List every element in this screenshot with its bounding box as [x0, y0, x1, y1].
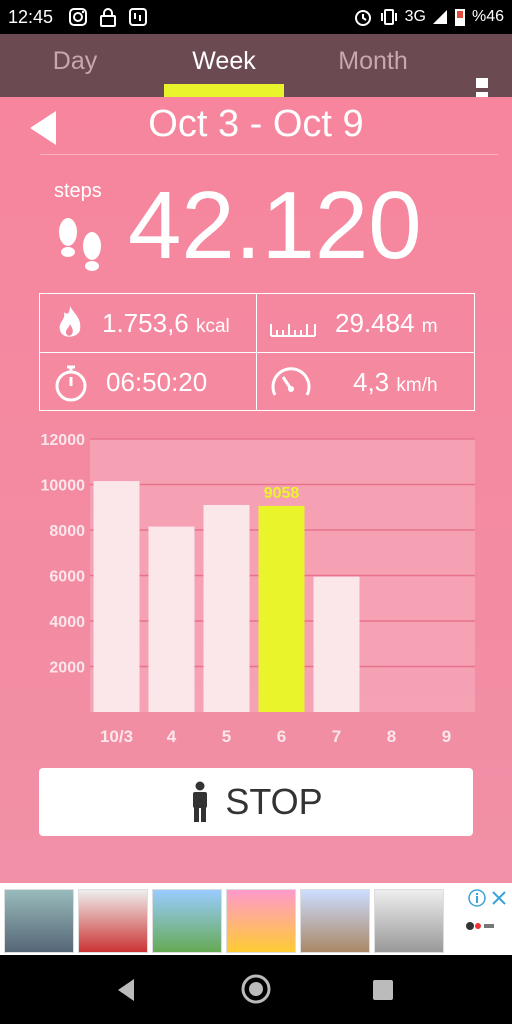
battery-percent: %46	[471, 8, 504, 25]
speed-stat: 4,3 km/h	[257, 353, 473, 411]
chart-y-tick-label: 12000	[41, 432, 86, 449]
stop-button[interactable]: STOP	[39, 768, 473, 836]
distance-value-group: 29.484 m	[335, 308, 438, 339]
chart-bar	[93, 481, 140, 712]
signal-icon	[432, 10, 447, 24]
chart-x-tick-label: 6	[277, 727, 286, 746]
speedometer-icon	[271, 367, 311, 396]
calories-value: 1.753,6	[102, 308, 189, 338]
android-nav-bar	[0, 955, 512, 1024]
speed-unit: km/h	[396, 375, 438, 396]
app-notification-icon	[129, 8, 147, 26]
distance-value: 29.484	[335, 308, 415, 338]
chart-y-tick-label: 10000	[41, 478, 86, 495]
chart-x-tick-label: 4	[167, 727, 177, 746]
chart-y-tick-label: 6000	[49, 569, 85, 586]
person-icon	[193, 781, 208, 822]
chart-x-tick-label: 8	[387, 727, 396, 746]
chart-y-tick-label: 4000	[49, 614, 85, 631]
calories-unit: kcal	[195, 316, 230, 337]
date-range-title: Oct 3 - Oct 9	[148, 103, 364, 145]
tab-month[interactable]: Month	[298, 34, 448, 97]
calories-value-group: 1.753,6 kcal	[102, 308, 230, 339]
stats-grid: 1.753,6 kcal 29.484 m 06:50:20 4,3 km/h	[39, 293, 475, 411]
chart-x-tick-label: 7	[332, 727, 341, 746]
stop-button-label: STOP	[225, 781, 323, 822]
header-divider	[40, 154, 498, 155]
ad-image-tool[interactable]	[78, 889, 148, 953]
instagram-icon	[69, 8, 87, 26]
battery-icon	[454, 9, 465, 26]
back-nav-icon[interactable]	[114, 977, 138, 1003]
vibrate-icon	[380, 9, 397, 25]
ad-image-candy[interactable]	[226, 889, 296, 953]
chart-x-tick-label: 9	[442, 727, 451, 746]
status-bar: 12:45 3G %46	[0, 0, 512, 34]
ad-info-icon[interactable]	[468, 889, 486, 907]
home-nav-icon[interactable]	[240, 973, 272, 1005]
ruler-icon	[270, 324, 316, 337]
chart-x-tick-label: 10/3	[100, 727, 133, 746]
ad-image-cart[interactable]	[374, 889, 444, 953]
duration-value: 06:50:20	[106, 367, 208, 397]
steps-total: 42.120	[128, 172, 422, 279]
recents-nav-icon[interactable]	[372, 979, 394, 1001]
calories-stat: 1.753,6 kcal	[40, 294, 256, 352]
status-right: 3G %46	[353, 7, 504, 27]
chart-y-tick-label: 2000	[49, 660, 85, 677]
ad-image-house[interactable]	[152, 889, 222, 953]
main-content: Oct 3 - Oct 9 steps 42.120 1.753,6 kcal	[0, 97, 512, 883]
stopwatch-icon	[55, 365, 87, 402]
chart-bar	[203, 504, 250, 712]
steps-label: steps	[54, 180, 102, 202]
tab-day[interactable]: Day	[0, 34, 150, 97]
footprints-icon	[59, 218, 101, 271]
chart-bar	[148, 526, 195, 712]
network-type: 3G	[404, 8, 426, 25]
chart-bar-value-label: 9058	[264, 485, 300, 502]
chart-bar	[313, 576, 360, 712]
active-tab-indicator	[164, 84, 284, 97]
ad-image-cabin[interactable]	[300, 889, 370, 953]
chart-y-tick-label: 8000	[49, 523, 85, 540]
ad-brand-logo-icon	[466, 922, 494, 930]
duration-stat: 06:50:20	[40, 353, 256, 411]
lock-icon	[100, 8, 116, 27]
ad-close-icon[interactable]	[490, 889, 508, 907]
distance-unit: m	[421, 316, 438, 337]
chart-x-tick-label: 5	[222, 727, 231, 746]
chart-bar	[258, 505, 305, 712]
alarm-icon	[354, 10, 371, 26]
weekly-steps-chart: 2000 4000 6000 8000 10000 12000 10/3 4 5 9058 6 7 8 9	[41, 432, 475, 746]
speed-value: 4,3	[353, 367, 390, 397]
ad-banner[interactable]	[0, 883, 512, 955]
distance-stat: 29.484 m	[257, 294, 473, 352]
speed-value-group: 4,3 km/h	[353, 367, 438, 398]
ad-image-car[interactable]	[4, 889, 74, 953]
previous-period-arrow-icon[interactable]	[30, 111, 56, 145]
fire-icon	[59, 306, 81, 337]
status-time: 12:45	[8, 7, 54, 27]
